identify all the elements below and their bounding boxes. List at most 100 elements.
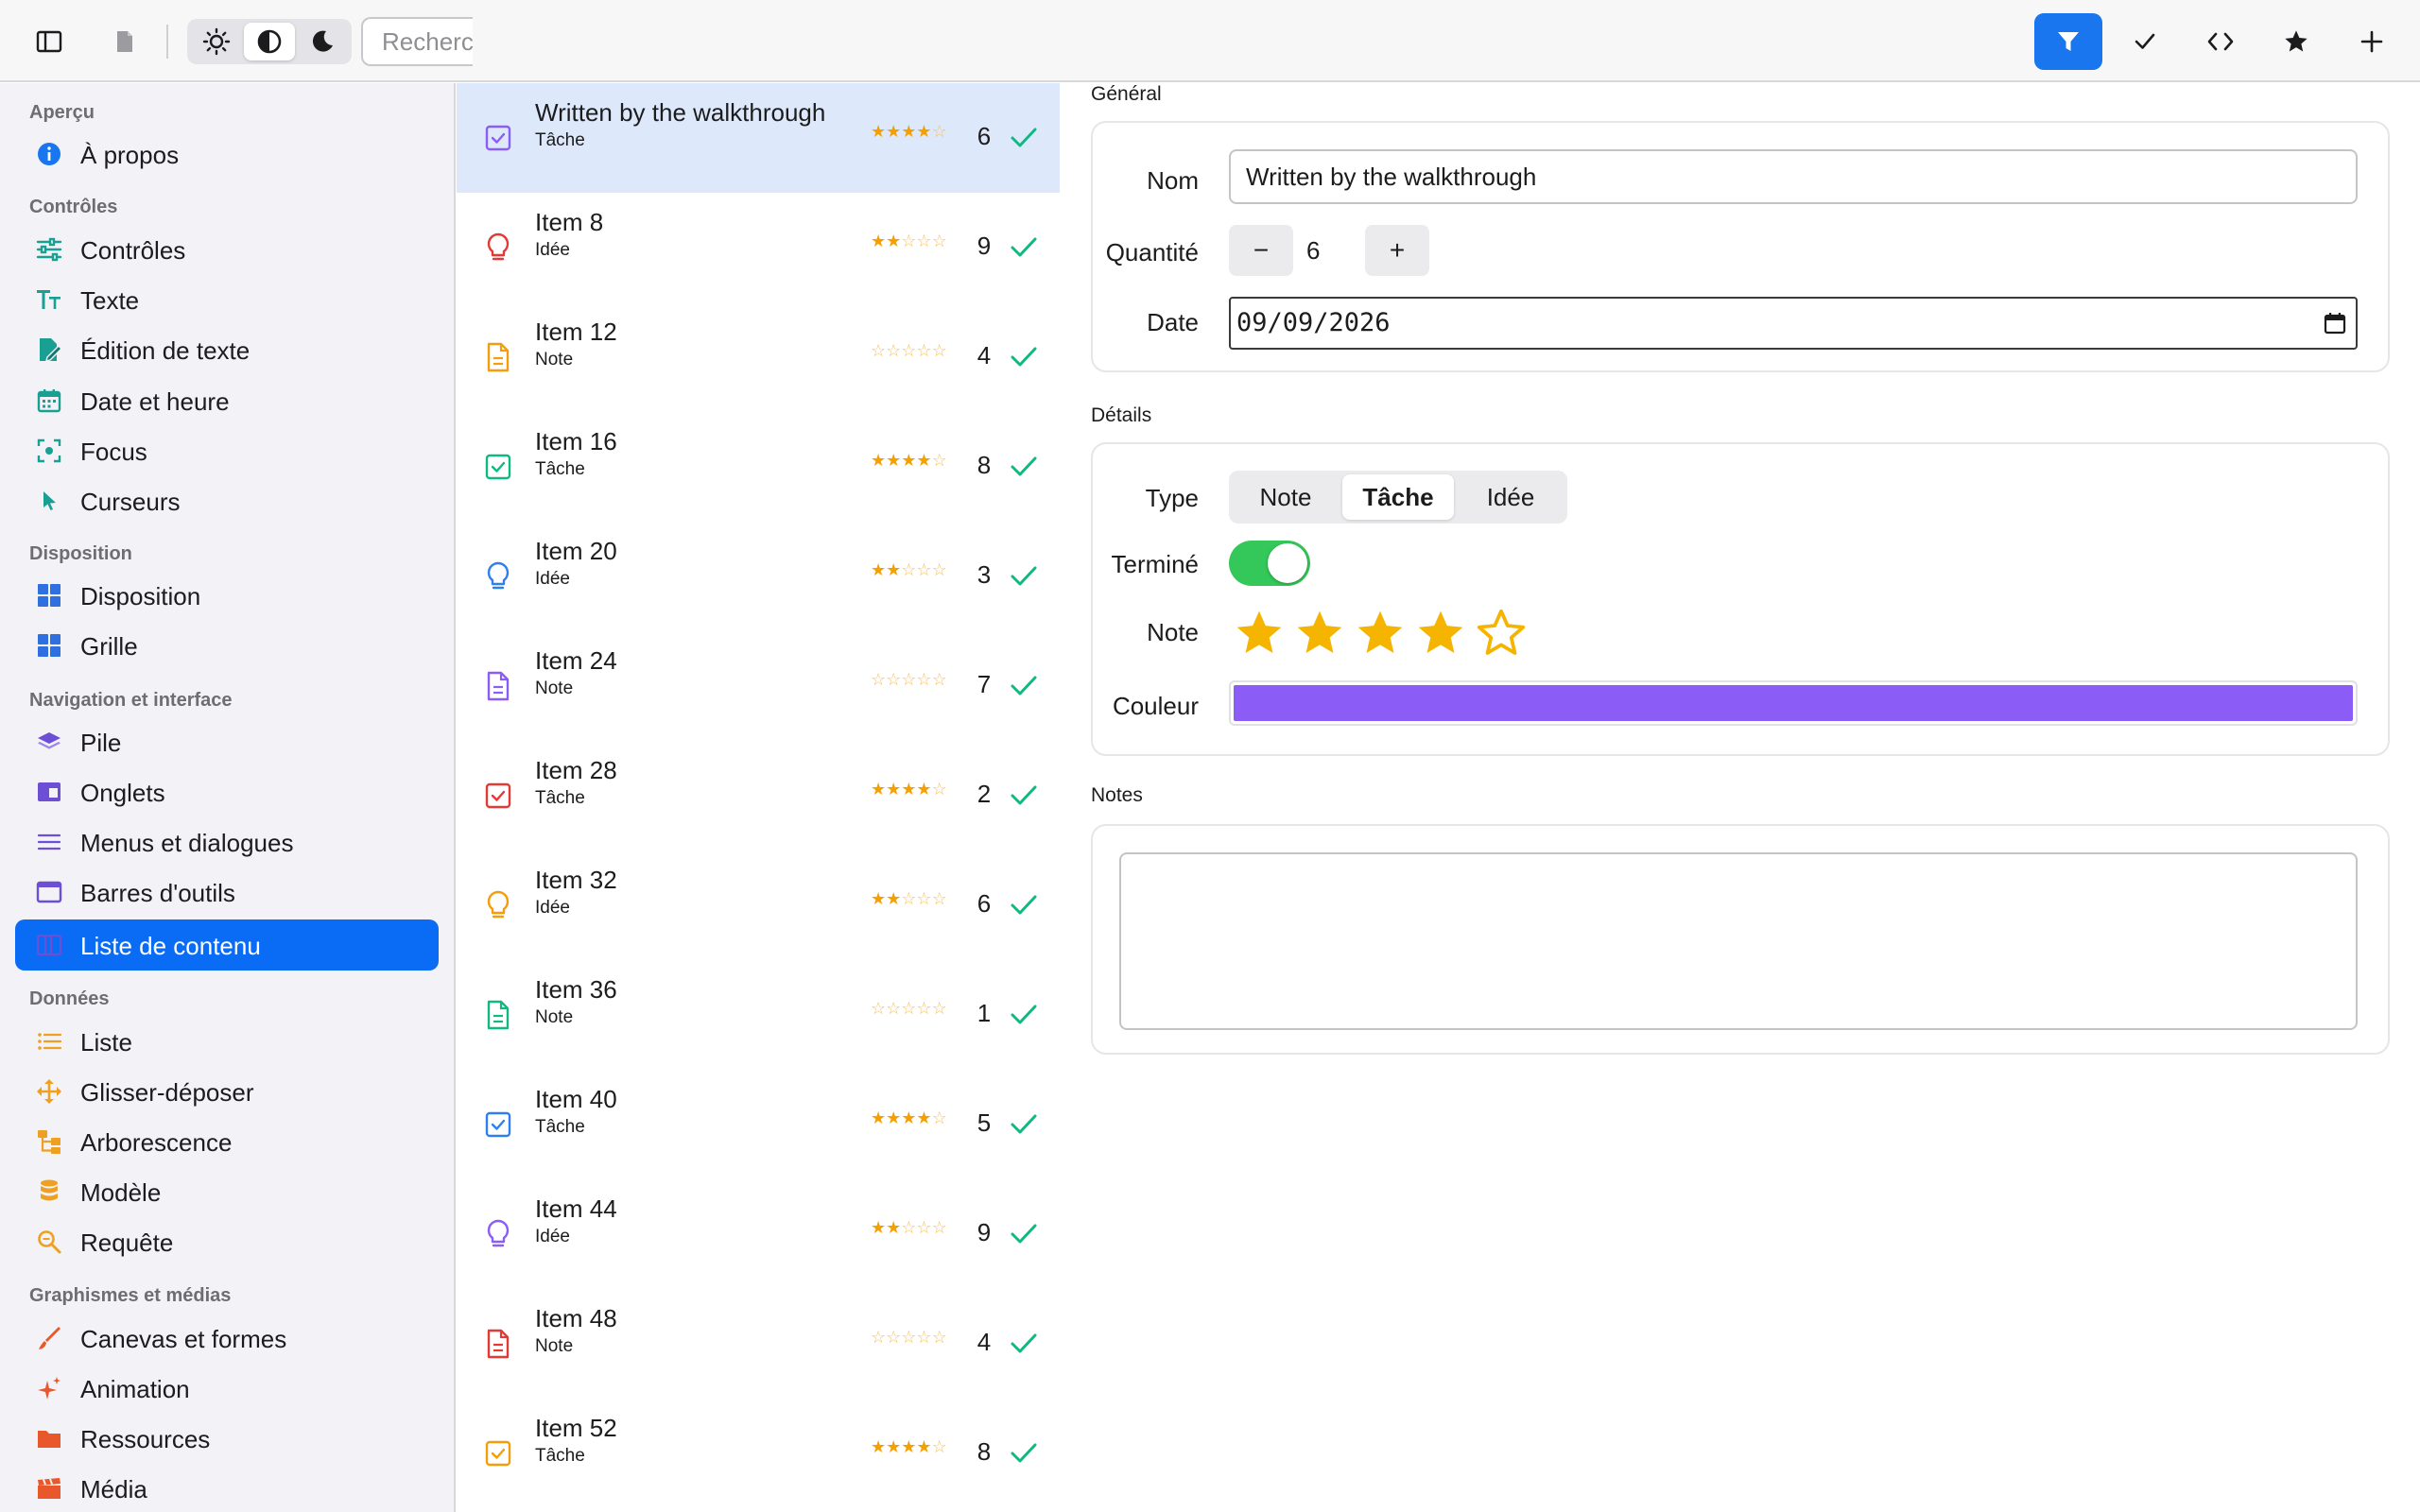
check-button[interactable]	[2123, 21, 2167, 62]
sidebar-item-disposition[interactable]: Disposition	[15, 570, 439, 621]
list-item[interactable]: Item 44 Idée ★★☆☆☆ 9	[457, 1179, 1060, 1289]
clapper-icon	[34, 1473, 64, 1503]
list-item[interactable]: Item 36 Note ☆☆☆☆☆ 1	[457, 960, 1060, 1070]
list-item[interactable]: Item 20 Idée ★★☆☆☆ 3	[457, 522, 1060, 631]
sidebar-item-media[interactable]: Média	[15, 1463, 439, 1512]
star-filled-icon: ★	[916, 122, 932, 141]
star-empty-icon[interactable]	[1471, 603, 1531, 663]
list-item[interactable]: Item 28 Tâche ★★★★☆ 2	[457, 741, 1060, 850]
sidebar-item-texte[interactable]: Texte	[15, 274, 439, 325]
sidebar-item-pile[interactable]: Pile	[15, 716, 439, 767]
favorite-button[interactable]	[2274, 21, 2318, 62]
star-filled-icon[interactable]	[1350, 603, 1410, 663]
list-icon	[34, 1026, 64, 1057]
type-option-idee[interactable]: Idée	[1458, 474, 1564, 520]
sidebar-item-controles[interactable]: Contrôles	[15, 224, 439, 275]
type-option-tache[interactable]: Tâche	[1342, 474, 1454, 520]
note-icon	[479, 338, 517, 376]
sidebar: Aperçu À propos Contrôles Contrôles Text…	[0, 83, 456, 1512]
sidebar-item-animation[interactable]: Animation	[15, 1363, 439, 1414]
item-type: Tâche	[535, 130, 585, 150]
sidebar-item-curseurs[interactable]: Curseurs	[15, 475, 439, 526]
sidebar-item-edition-de-texte[interactable]: Édition de texte	[15, 324, 439, 375]
sidebar-item-grille[interactable]: Grille	[15, 620, 439, 671]
list-item[interactable]: Item 52 Tâche ★★★★☆ 8	[457, 1399, 1060, 1508]
list-item[interactable]: Item 12 Note ☆☆☆☆☆ 4	[457, 302, 1060, 412]
code-button[interactable]	[2199, 21, 2242, 62]
star-filled-icon: ★	[871, 1108, 887, 1127]
sidebar-item-arborescence[interactable]: Arborescence	[15, 1116, 439, 1167]
star-filled-icon: ★	[871, 889, 887, 908]
type-option-note[interactable]: Note	[1233, 474, 1339, 520]
item-rating: ★★☆☆☆	[871, 889, 947, 909]
theme-auto-option[interactable]	[244, 23, 295, 60]
theme-light-option[interactable]	[191, 23, 242, 60]
note-icon	[479, 996, 517, 1034]
item-type: Idée	[535, 569, 570, 589]
item-type: Tâche	[535, 788, 585, 808]
item-rating: ★★☆☆☆	[871, 232, 947, 251]
star-filled-icon[interactable]	[1289, 603, 1350, 663]
sidebar-item-liste[interactable]: Liste	[15, 1016, 439, 1067]
list-item[interactable]: Item 32 Idée ★★☆☆☆ 6	[457, 850, 1060, 960]
calendar-icon[interactable]	[2324, 312, 2346, 339]
section-header-donnees: Données	[29, 988, 110, 1009]
sidebar-item-liste-de-contenu[interactable]: Liste de contenu	[15, 919, 439, 971]
text-format-icon	[34, 284, 64, 315]
item-title: Item 32	[535, 866, 617, 894]
list-item[interactable]: Item 48 Note ☆☆☆☆☆ 4	[457, 1289, 1060, 1399]
sidebar-item-barres-d-outils[interactable]: Barres d'outils	[15, 867, 439, 918]
star-filled-icon: ★	[886, 451, 902, 470]
list-item[interactable]: Item 8 Idée ★★☆☆☆ 9	[457, 193, 1060, 302]
item-title: Item 24	[535, 646, 617, 675]
search-input[interactable]	[361, 17, 473, 66]
list-item[interactable]: Written by the walkthrough Tâche ★★★★☆ 6	[457, 83, 1060, 193]
star-empty-icon: ☆	[901, 889, 917, 908]
star-empty-icon: ☆	[931, 889, 947, 908]
sidebar-item-canevas-et-formes[interactable]: Canevas et formes	[15, 1313, 439, 1364]
star-filled-icon[interactable]	[1229, 603, 1289, 663]
item-title: Written by the walkthrough	[535, 98, 826, 127]
sidebar-item-ressources[interactable]: Ressources	[15, 1413, 439, 1464]
star-empty-icon: ☆	[871, 999, 887, 1018]
sidebar-item-date-et-heure[interactable]: Date et heure	[15, 375, 439, 426]
quantity-value: 6	[1306, 236, 1321, 265]
sidebar-item-glisser-deposer[interactable]: Glisser-déposer	[15, 1066, 439, 1117]
date-picker[interactable]: 09/09/2026	[1229, 297, 2358, 350]
add-button[interactable]	[2350, 21, 2394, 62]
color-well[interactable]	[1229, 680, 2358, 726]
star-filled-icon[interactable]	[1410, 603, 1471, 663]
increment-button[interactable]: +	[1365, 225, 1429, 276]
name-label: Nom	[1147, 166, 1199, 195]
sidebar-item-focus[interactable]: Focus	[15, 425, 439, 476]
document-button[interactable]	[104, 23, 146, 60]
sidebar-item-menus-et-dialogues[interactable]: Menus et dialogues	[15, 816, 439, 868]
star-filled-icon: ★	[871, 780, 887, 799]
star-filled-icon: ★	[886, 1437, 902, 1456]
sidebar-item-modele[interactable]: Modèle	[15, 1166, 439, 1217]
notes-textarea[interactable]	[1119, 852, 2358, 1030]
theme-dark-option[interactable]	[297, 23, 348, 60]
sidebar-item-onglets[interactable]: Onglets	[15, 766, 439, 817]
done-toggle[interactable]	[1229, 541, 1310, 586]
sidebar-item-a-propos[interactable]: À propos	[15, 129, 439, 180]
item-quantity: 8	[977, 1437, 992, 1466]
item-title: Item 16	[535, 427, 617, 455]
document-icon	[117, 31, 132, 52]
star-filled-icon: ★	[886, 232, 902, 250]
list-item[interactable]: Item 40 Tâche ★★★★☆ 5	[457, 1070, 1060, 1179]
item-title: Item 36	[535, 975, 617, 1004]
sidebar-toggle-button[interactable]	[28, 23, 70, 60]
checkmark-icon	[1007, 1327, 1041, 1361]
list-item[interactable]: Item 16 Tâche ★★★★☆ 8	[457, 412, 1060, 522]
sidebar-item-requete[interactable]: Requête	[15, 1216, 439, 1267]
filter-button[interactable]	[2034, 13, 2102, 70]
name-field[interactable]	[1229, 149, 2358, 204]
star-empty-icon: ☆	[916, 670, 932, 689]
item-rating: ★★☆☆☆	[871, 560, 947, 580]
item-rating: ★★★★☆	[871, 451, 947, 471]
list-item[interactable]: Item 24 Note ☆☆☆☆☆ 7	[457, 631, 1060, 741]
decrement-button[interactable]: −	[1229, 225, 1293, 276]
item-rating: ★★☆☆☆	[871, 1218, 947, 1238]
star-filled-icon: ★	[916, 1108, 932, 1127]
